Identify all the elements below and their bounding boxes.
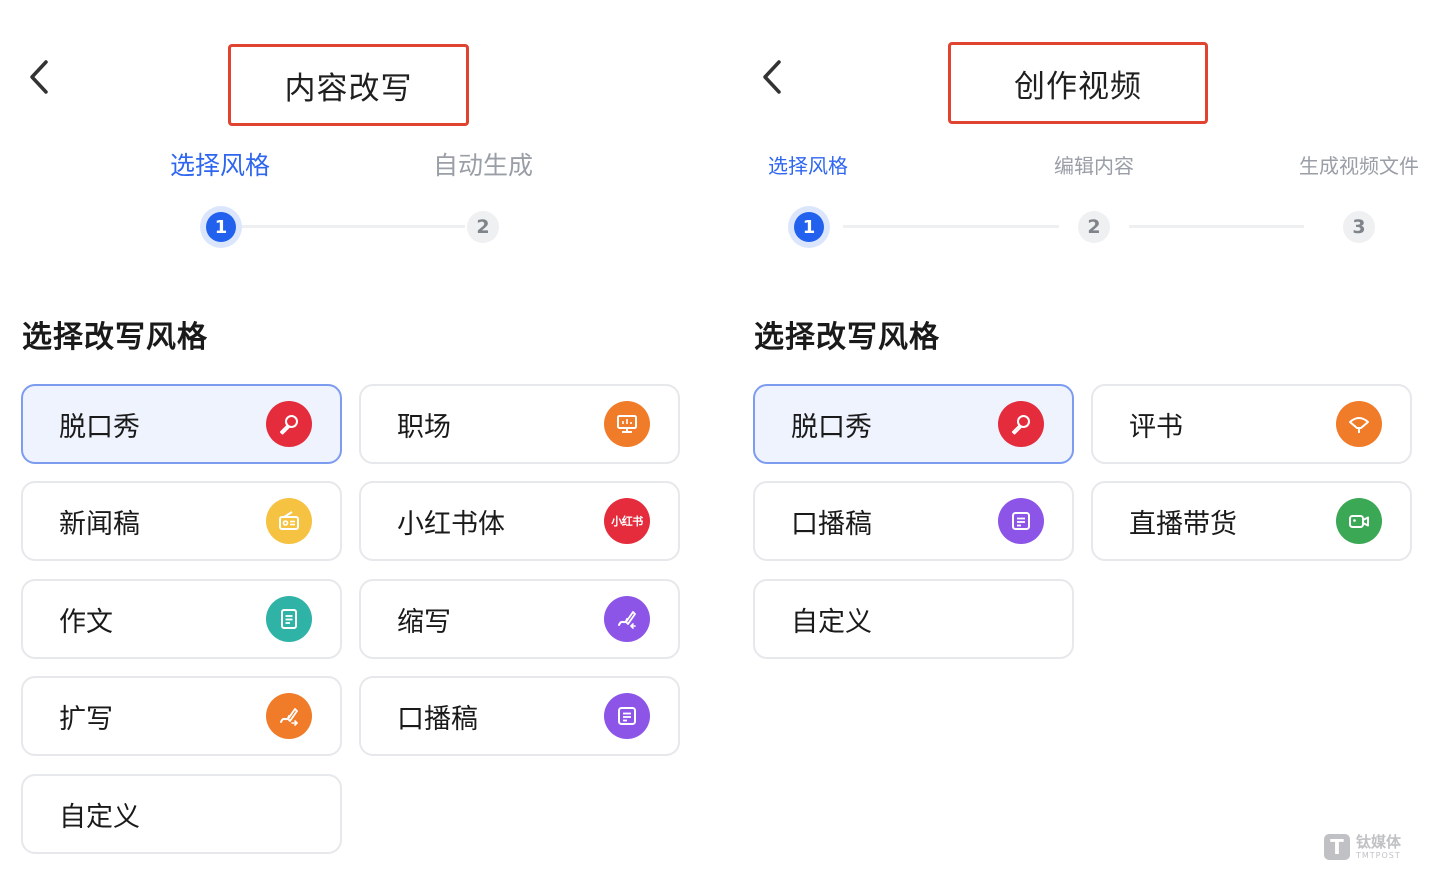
microphone-icon	[998, 401, 1044, 447]
page-title: 内容改写	[284, 70, 413, 107]
script-icon	[998, 498, 1044, 544]
style-option-label: 作文	[59, 606, 113, 638]
step-label-auto-generate: 自动生成	[432, 151, 534, 180]
style-option-card[interactable]: 直播带货	[1091, 481, 1412, 561]
document-icon	[266, 596, 312, 642]
section-title: 选择改写风格	[754, 320, 940, 355]
microphone-icon	[266, 401, 312, 447]
style-option-card[interactable]: 扩写	[21, 676, 342, 756]
script-icon	[604, 693, 650, 739]
style-option-card[interactable]: 脱口秀	[21, 384, 342, 464]
watermark-cn: 钛媒体	[1355, 832, 1401, 851]
style-option-card[interactable]: 自定义	[753, 579, 1074, 659]
style-option-label: 自定义	[791, 606, 872, 638]
xiaohongshu-icon: 小红书	[604, 498, 650, 544]
radio-icon	[266, 498, 312, 544]
step-connector	[240, 225, 465, 228]
style-option-card[interactable]: 口播稿	[359, 676, 680, 756]
style-option-card[interactable]: 新闻稿	[21, 481, 342, 561]
section-title: 选择改写风格	[22, 320, 208, 355]
style-option-card[interactable]: 缩写	[359, 579, 680, 659]
step-indicator-2: 2	[1078, 211, 1110, 243]
step-indicator-2: 2	[467, 211, 499, 243]
step-label-select-style: 选择风格	[169, 151, 271, 180]
style-option-label: 新闻稿	[59, 508, 140, 540]
back-arrow-icon[interactable]	[22, 58, 56, 96]
page-title-highlight: 内容改写	[228, 44, 469, 126]
shrink-pen-icon	[604, 596, 650, 642]
style-option-card[interactable]: 作文	[21, 579, 342, 659]
fan-icon	[1336, 401, 1382, 447]
step-indicator-1: 1	[206, 212, 236, 242]
style-option-label: 扩写	[59, 703, 113, 735]
step-label-select-style: 选择风格	[768, 154, 848, 178]
style-option-label: 脱口秀	[791, 411, 872, 443]
style-option-label: 脱口秀	[59, 411, 140, 443]
watermark-en: TMTPOST	[1355, 850, 1401, 860]
step-connector	[1129, 225, 1304, 228]
rewrite-panel: 内容改写 选择风格 自动生成 1 2 选择改写风格 脱口秀 职场 新闻稿 小红书体 小红…	[0, 0, 700, 886]
page-title: 创作视频	[1014, 68, 1142, 105]
style-option-card[interactable]: 评书	[1091, 384, 1412, 464]
style-option-card[interactable]: 口播稿	[753, 481, 1074, 561]
style-option-card[interactable]: 职场	[359, 384, 680, 464]
create-video-panel: 创作视频 选择风格 编辑内容 生成视频文件 1 2 3 选择改写风格 脱口秀 评书…	[733, 0, 1439, 886]
xiaohongshu-logo-text: 小红书	[611, 515, 643, 528]
page-title-highlight: 创作视频	[948, 42, 1208, 124]
tmtpost-watermark: T 钛媒体 TMTPOST	[1323, 832, 1401, 860]
monitor-icon	[604, 401, 650, 447]
step-connector	[843, 225, 1059, 228]
style-option-label: 评书	[1129, 411, 1183, 443]
style-option-label: 口播稿	[397, 703, 478, 735]
expand-pen-icon	[266, 693, 312, 739]
style-option-label: 直播带货	[1129, 508, 1237, 540]
step-indicator-3: 3	[1343, 211, 1375, 243]
style-option-label: 小红书体	[397, 508, 505, 540]
step-label-generate-video: 生成视频文件	[1299, 154, 1419, 178]
back-arrow-icon[interactable]	[755, 58, 789, 96]
style-option-card[interactable]: 小红书体 小红书	[359, 481, 680, 561]
tmtpost-logo-icon: T	[1323, 834, 1350, 860]
style-option-card[interactable]: 自定义	[21, 774, 342, 854]
style-option-label: 自定义	[59, 801, 140, 833]
step-label-edit-content: 编辑内容	[1054, 154, 1134, 178]
step-indicator-1: 1	[794, 212, 824, 242]
style-option-label: 缩写	[397, 606, 451, 638]
video-camera-icon	[1336, 498, 1382, 544]
style-option-label: 口播稿	[791, 508, 872, 540]
style-option-label: 职场	[397, 411, 451, 443]
style-option-card[interactable]: 脱口秀	[753, 384, 1074, 464]
